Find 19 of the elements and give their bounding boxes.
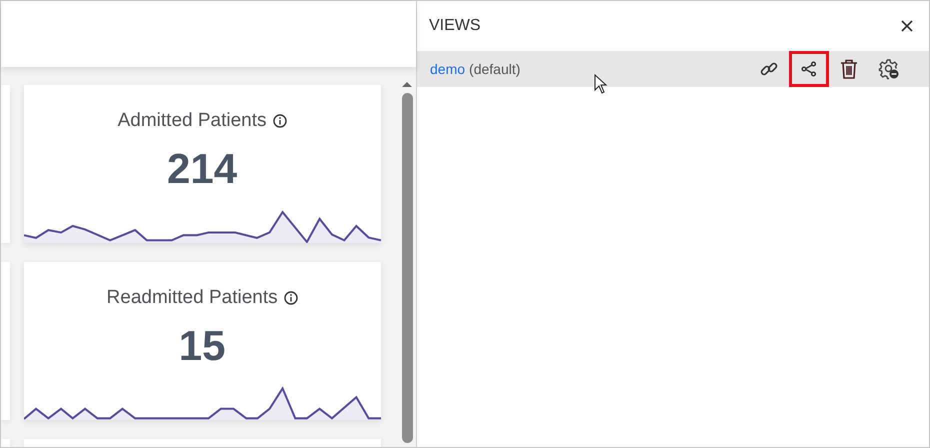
close-button[interactable] [901, 20, 913, 32]
default-label: (default) [469, 60, 520, 79]
kpi-value: 214 [167, 148, 238, 190]
cursor-icon [594, 74, 608, 94]
trash-icon [840, 59, 858, 79]
share-button[interactable] [789, 51, 829, 87]
kpi-title: Readmitted Patients [106, 286, 278, 310]
kpi-title: Admitted Patients [118, 109, 267, 133]
info-icon[interactable] [272, 114, 287, 128]
kpi-value: 15 [178, 324, 226, 366]
close-icon [901, 20, 913, 32]
panel-title: VIEWS [429, 16, 481, 36]
info-icon[interactable] [284, 291, 298, 306]
view-row[interactable]: demo (default) [417, 51, 929, 87]
gear-icon [878, 58, 900, 80]
scrollbar-thumb[interactable] [402, 93, 413, 443]
view-name-link[interactable]: demo [430, 58, 466, 80]
share-icon [800, 60, 818, 78]
scroll-up-arrow-icon[interactable] [400, 81, 413, 87]
